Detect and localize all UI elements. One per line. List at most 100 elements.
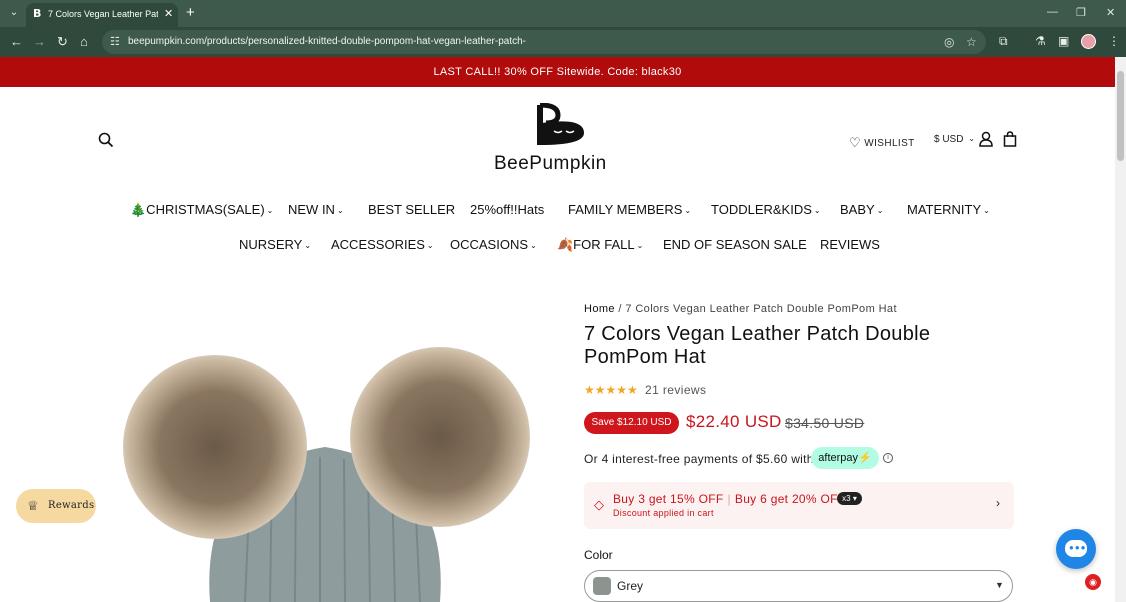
menu-family-members[interactable]: FAMILY MEMBERS ⌄ xyxy=(568,202,691,217)
menu-label: TODDLER&KIDS xyxy=(711,202,812,217)
chevron-down-icon: ⌄ xyxy=(636,241,644,250)
notification-badge-icon[interactable]: ◉ xyxy=(1085,574,1101,590)
sidebar-icon[interactable]: ▣ xyxy=(1058,34,1069,48)
chevron-down-icon: ⌄ xyxy=(336,206,344,215)
sale-price: $22.40 USD xyxy=(686,412,782,431)
menu-label: END OF SEASON SALE xyxy=(663,237,807,252)
save-badge: Save $12.10 USD xyxy=(584,412,679,434)
menu-for-fall[interactable]: 🍂FOR FALL ⌄ xyxy=(557,237,643,253)
more-menu-icon[interactable]: ⋮ xyxy=(1108,34,1120,48)
favicon-icon: B xyxy=(33,7,42,20)
site-info-icon[interactable]: ☷ xyxy=(110,35,120,48)
tab-search-icon[interactable]: ⌄ xyxy=(6,5,22,21)
tag-icon: ◇ xyxy=(594,497,604,512)
promo-deals: Buy 3 get 15% OFF | Buy 6 get 20% OFF xyxy=(613,492,845,506)
menu-label: 🎄CHRISTMAS(SALE) xyxy=(130,202,265,217)
url-text[interactable]: beepumpkin.com/products/personalized-kni… xyxy=(128,36,526,47)
menu-best-seller[interactable]: BEST SELLER xyxy=(368,202,455,217)
scrollbar-thumb[interactable] xyxy=(1117,71,1124,161)
menu-maternity[interactable]: MATERNITY ⌄ xyxy=(907,202,990,217)
chevron-down-icon: ⌄ xyxy=(426,241,434,250)
menu-christmas[interactable]: 🎄CHRISTMAS(SALE) ⌄ xyxy=(130,202,273,218)
menu-new-in[interactable]: NEW IN ⌄ xyxy=(288,202,344,217)
close-tab-icon[interactable]: ✕ xyxy=(164,7,173,20)
restore-icon[interactable]: ❐ xyxy=(1076,6,1086,19)
chevron-right-icon[interactable]: › xyxy=(996,496,1000,510)
account-icon[interactable] xyxy=(979,131,993,147)
bundle-discount-banner[interactable]: ◇ Buy 3 get 15% OFF | Buy 6 get 20% OFF x3… xyxy=(584,482,1014,529)
rewards-button[interactable]: ♕ Rewards xyxy=(16,489,96,523)
menu-label: FAMILY MEMBERS xyxy=(568,202,683,217)
menu-baby[interactable]: BABY ⌄ xyxy=(840,202,883,217)
address-bar[interactable]: ☷ beepumpkin.com/products/personalized-k… xyxy=(102,30,986,54)
menu-toddler-kids[interactable]: TODDLER&KIDS ⌄ xyxy=(711,202,821,217)
eye-off-icon[interactable]: ◎ xyxy=(944,35,954,49)
currency-selector[interactable]: $ USD ⌄ xyxy=(934,134,975,145)
menu-label: NEW IN xyxy=(288,202,335,217)
breadcrumb-home[interactable]: Home xyxy=(584,303,615,315)
lab-icon[interactable]: ⚗ xyxy=(1035,34,1046,48)
heart-icon: ♡ xyxy=(849,135,862,150)
wishlist-label: WISHLIST xyxy=(864,138,915,149)
cart-icon[interactable] xyxy=(1003,131,1017,147)
info-icon[interactable]: i xyxy=(883,453,893,463)
logo-icon[interactable] xyxy=(536,103,588,147)
compare-price: $34.50 USD xyxy=(785,415,865,431)
home-icon[interactable]: ⌂ xyxy=(80,34,88,49)
chevron-down-icon: ⌄ xyxy=(968,134,975,143)
minimize-icon[interactable]: — xyxy=(1047,6,1058,18)
deal-2: Buy 6 get 20% OFF xyxy=(734,492,846,506)
browser-toolbar: ← → ↻ ⌂ ☷ beepumpkin.com/products/person… xyxy=(0,27,1126,57)
color-swatch-thumbnail xyxy=(593,577,611,595)
browser-tab[interactable]: B 7 Colors Vegan Leather Patch D ✕ xyxy=(26,3,178,27)
menu-label: 🍂FOR FALL xyxy=(557,237,635,252)
tab-title: 7 Colors Vegan Leather Patch D xyxy=(48,9,158,19)
menu-nursery[interactable]: NURSERY ⌄ xyxy=(239,237,311,252)
menu-label: OCCASIONS xyxy=(450,237,529,252)
wishlist-link[interactable]: ♡ WISHLIST xyxy=(849,134,915,150)
browser-tab-bar: ⌄ B 7 Colors Vegan Leather Patch D ✕ + —… xyxy=(0,0,1126,27)
chevron-down-icon: ⌄ xyxy=(684,206,692,215)
color-option-label: Color xyxy=(584,548,613,562)
color-select[interactable]: Grey ▼ xyxy=(584,570,1013,602)
chevron-down-icon: ▼ xyxy=(995,580,1004,590)
new-tab-button[interactable]: + xyxy=(186,4,195,21)
search-icon[interactable] xyxy=(98,132,114,148)
menu-occasions[interactable]: OCCASIONS ⌄ xyxy=(450,237,537,252)
chevron-down-icon: ⌄ xyxy=(266,206,274,215)
rewards-icon: ♕ xyxy=(27,498,39,513)
forward-icon[interactable]: → xyxy=(33,34,46,49)
menu-end-of-season-sale[interactable]: END OF SEASON SALE xyxy=(663,237,807,252)
back-icon[interactable]: ← xyxy=(10,34,23,49)
logo-text[interactable]: BeePumpkin xyxy=(494,153,607,175)
chevron-down-icon: ⌄ xyxy=(876,206,884,215)
page-scrollbar[interactable] xyxy=(1115,57,1126,602)
menu-label: NURSERY xyxy=(239,237,303,252)
menu-label: BABY xyxy=(840,202,875,217)
quantity-badge[interactable]: x3 ▾ xyxy=(837,492,862,505)
menu-accessories[interactable]: ACCESSORIES ⌄ xyxy=(331,237,434,252)
chat-button[interactable]: ●●● xyxy=(1056,529,1096,569)
menu-reviews[interactable]: REVIEWS xyxy=(820,237,880,252)
breadcrumb: Home / 7 Colors Vegan Leather Patch Doub… xyxy=(584,303,897,315)
discount-note: Discount applied in cart xyxy=(613,508,714,518)
extensions-icon[interactable]: ⧉ xyxy=(999,34,1008,49)
menu-hats-sale[interactable]: 25%off!!Hats xyxy=(470,202,544,217)
menu-label: 25%off!!Hats xyxy=(470,202,545,217)
menu-label: ACCESSORIES xyxy=(331,237,425,252)
reload-icon[interactable]: ↻ xyxy=(57,34,68,50)
chat-dots: ●●● xyxy=(1069,543,1087,552)
profile-avatar-icon[interactable] xyxy=(1081,34,1096,49)
announcement-bar[interactable]: LAST CALL!! 30% OFF Sitewide. Code: blac… xyxy=(0,57,1115,87)
deal-separator: | xyxy=(727,492,731,506)
reviews-count[interactable]: 21 reviews xyxy=(645,383,706,397)
close-window-icon[interactable]: ✕ xyxy=(1106,6,1115,19)
rating-stars-icon[interactable]: ★★★★★ xyxy=(584,383,638,397)
afterpay-logo[interactable]: afterpay⚡ xyxy=(811,447,879,469)
web-page: LAST CALL!! 30% OFF Sitewide. Code: blac… xyxy=(0,57,1115,602)
menu-label: MATERNITY xyxy=(907,202,982,217)
product-image[interactable] xyxy=(115,317,535,602)
bookmark-star-icon[interactable]: ☆ xyxy=(966,35,977,49)
chat-icon: ●●● xyxy=(1065,540,1087,557)
chevron-down-icon: ⌄ xyxy=(983,206,990,215)
